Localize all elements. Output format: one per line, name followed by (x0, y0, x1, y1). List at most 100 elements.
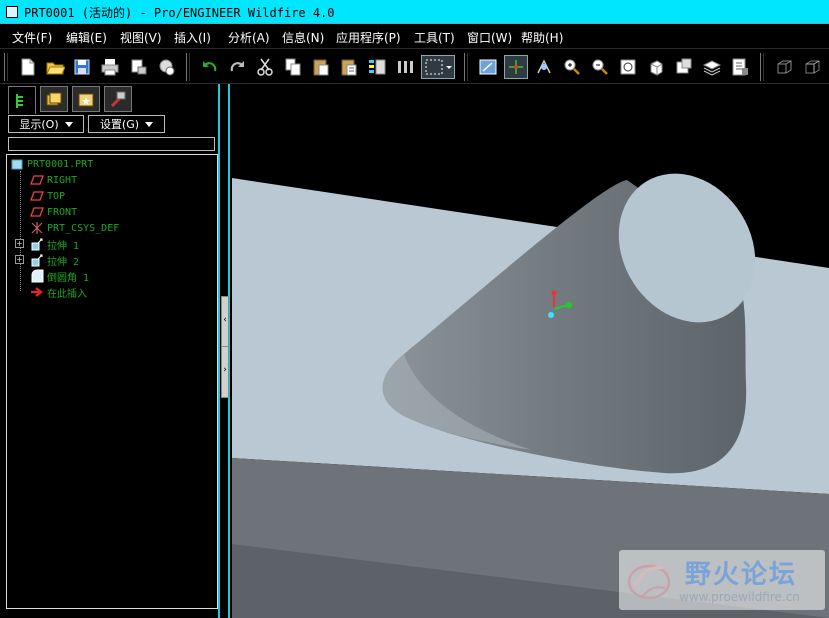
copy-icon[interactable] (281, 55, 305, 79)
navigator-panel: 显示(O) 设置(G) PRT0001.PRT RIGHT TOP FRONT … (0, 84, 222, 618)
zoom-out-icon[interactable] (588, 55, 612, 79)
tree-item-extrude-2[interactable]: 拉伸 2 (29, 252, 79, 268)
chevron-left-icon: ‹ (223, 315, 227, 325)
menu-help[interactable]: 帮助(H) (521, 29, 563, 46)
tree-item-label: TOP (47, 190, 66, 202)
favorites-tab-icon[interactable] (72, 86, 100, 112)
panel-splitter[interactable]: ‹ › (218, 84, 232, 618)
chevron-down-icon (145, 121, 154, 127)
connections-tab-icon[interactable] (104, 86, 132, 112)
wireframe-icon[interactable] (772, 55, 796, 79)
tree-item-label: PRT_CSYS_DEF (47, 222, 120, 234)
show-dropdown-button[interactable]: 显示(O) (8, 115, 84, 133)
paste-special-icon[interactable] (337, 55, 361, 79)
menu-bar: 文件(F) 编辑(E) 视图(V) 插入(I) 分析(A) 信息(N) 应用程序… (0, 24, 829, 48)
datum-plane-icon (29, 189, 45, 203)
cut-icon[interactable] (253, 55, 277, 79)
hidden-line-icon[interactable] (800, 55, 824, 79)
tree-item-extrude-1[interactable]: 拉伸 1 (29, 236, 79, 252)
tree-item-top[interactable]: TOP (29, 188, 65, 204)
window-title: PRT0001 (活动的) - Pro/ENGINEER Wildfire 4.… (24, 6, 335, 20)
model-player-icon[interactable] (393, 55, 417, 79)
selection-box-icon[interactable] (421, 55, 455, 79)
tree-item-front[interactable]: FRONT (29, 204, 77, 220)
refit-icon[interactable] (616, 55, 640, 79)
menu-analysis[interactable]: 分析(A) (228, 29, 270, 46)
collapse-left-handle[interactable]: ‹ (221, 296, 229, 348)
saved-views-icon[interactable] (672, 55, 696, 79)
tree-item-label: 拉伸 2 (47, 256, 80, 268)
title-bar: PRT0001 (活动的) - Pro/ENGINEER Wildfire 4.… (0, 0, 829, 24)
regenerate-icon[interactable] (365, 55, 389, 79)
round-icon (29, 269, 45, 283)
tree-item-right[interactable]: RIGHT (29, 172, 77, 188)
save-icon[interactable] (70, 55, 94, 79)
expand-toggle[interactable]: + (15, 239, 24, 248)
menu-tools[interactable]: 工具(T) (414, 29, 455, 46)
app-icon (6, 6, 18, 18)
tree-search-input[interactable] (8, 137, 215, 151)
tree-item-insert-here[interactable]: 在此插入 (29, 284, 87, 300)
forum-logo-icon (627, 564, 671, 600)
graphics-window[interactable] (232, 84, 829, 618)
toolbar (0, 48, 829, 84)
chevron-down-icon (64, 121, 73, 127)
toolbar-separator (4, 53, 8, 81)
menu-edit[interactable]: 编辑(E) (66, 29, 107, 46)
menu-file[interactable]: 文件(F) (12, 29, 52, 46)
folder-browser-tab-icon[interactable] (40, 86, 68, 112)
paste-icon[interactable] (309, 55, 333, 79)
tree-item-csys[interactable]: PRT_CSYS_DEF (29, 220, 119, 236)
expand-toggle[interactable]: + (15, 255, 24, 264)
menu-window[interactable]: 窗口(W) (467, 29, 512, 46)
settings-dropdown-button[interactable]: 设置(G) (88, 115, 165, 133)
tree-item-label: RIGHT (47, 174, 78, 186)
expand-right-handle[interactable]: › (221, 346, 229, 398)
view-manager-icon[interactable] (728, 55, 752, 79)
reorient-icon[interactable] (644, 55, 668, 79)
new-file-icon[interactable] (16, 55, 40, 79)
insert-here-arrow-icon (29, 285, 45, 299)
orient-icon[interactable] (532, 55, 556, 79)
erase-icon[interactable] (154, 55, 178, 79)
tree-item-label: 在此插入 (47, 288, 87, 300)
watermark-title: 野火论坛 (685, 560, 798, 590)
extrude-icon (29, 253, 45, 267)
tree-item-label: FRONT (47, 206, 78, 218)
spin-center-icon[interactable] (504, 55, 528, 79)
repaint-icon[interactable] (476, 55, 500, 79)
model-tree: PRT0001.PRT RIGHT TOP FRONT PRT_CSYS_DEF (6, 154, 218, 609)
datum-plane-icon (29, 173, 45, 187)
tree-item-label: 拉伸 1 (47, 240, 80, 252)
part-icon (9, 157, 25, 171)
undo-icon[interactable] (198, 55, 222, 79)
menu-info[interactable]: 信息(N) (282, 29, 324, 46)
print-icon[interactable] (98, 55, 122, 79)
tree-item-part[interactable]: PRT0001.PRT (9, 156, 93, 172)
model-render (232, 173, 829, 618)
datum-plane-icon (29, 205, 45, 219)
watermark-url: www.proewildfire.cn (679, 590, 800, 604)
open-folder-icon[interactable] (43, 55, 67, 79)
tree-connector-line (20, 171, 21, 291)
splitter-line (218, 84, 220, 618)
menu-view[interactable]: 视图(V) (120, 29, 162, 46)
redo-icon[interactable] (225, 55, 249, 79)
send-mail-icon[interactable] (126, 55, 150, 79)
toolbar-separator (760, 53, 764, 81)
tree-item-label: PRT0001.PRT (27, 158, 94, 170)
menu-insert[interactable]: 插入(I) (174, 29, 211, 46)
extrude-icon (29, 237, 45, 251)
coordinate-system-icon (29, 221, 45, 235)
chevron-right-icon: › (223, 365, 227, 375)
forum-watermark: 野火论坛 www.proewildfire.cn (619, 550, 825, 610)
toolbar-separator (464, 53, 468, 81)
menu-applications[interactable]: 应用程序(P) (336, 29, 401, 46)
show-dropdown-label: 显示(O) (19, 118, 59, 131)
layers-icon[interactable] (700, 55, 724, 79)
toolbar-separator (186, 53, 190, 81)
zoom-in-icon[interactable] (560, 55, 584, 79)
model-tree-tab-icon[interactable] (8, 86, 36, 114)
tree-item-label: 倒圆角 1 (47, 272, 90, 284)
tree-item-round-1[interactable]: 倒圆角 1 (29, 268, 89, 284)
